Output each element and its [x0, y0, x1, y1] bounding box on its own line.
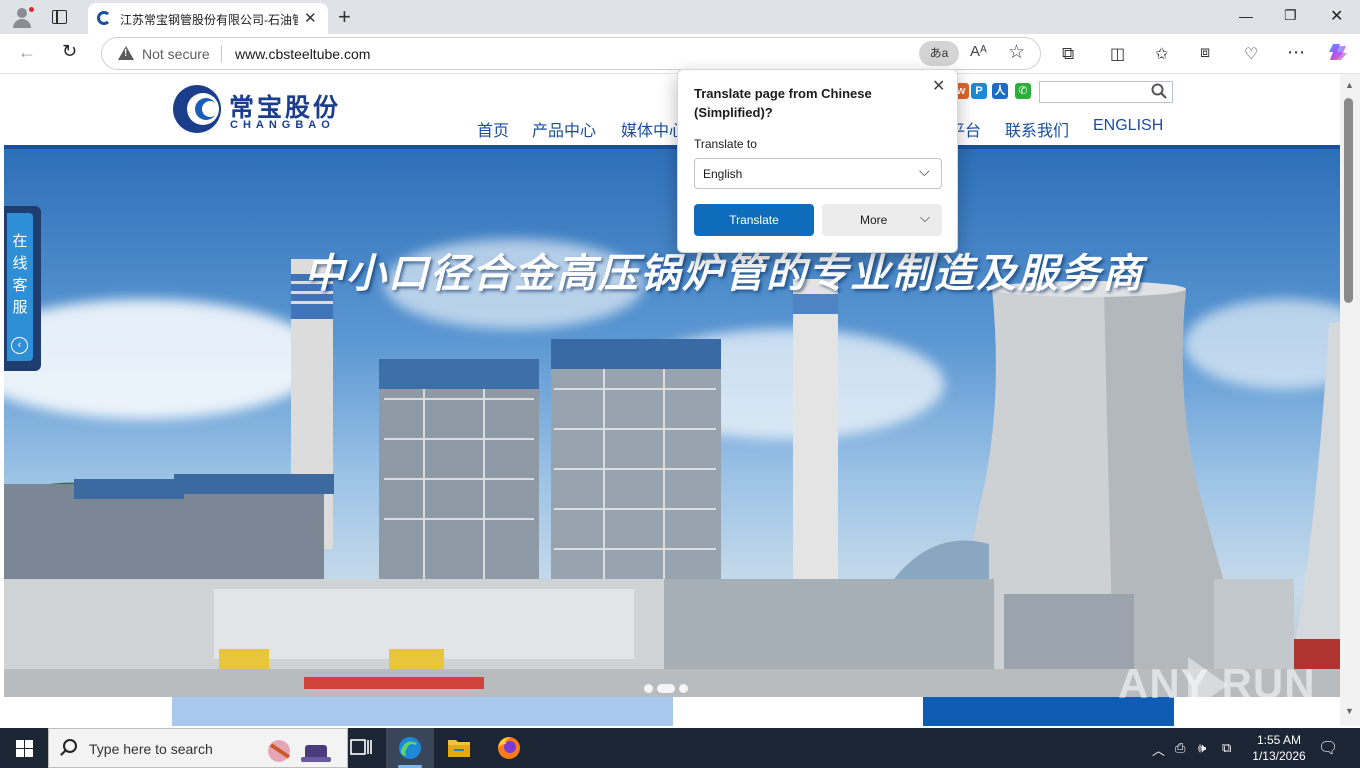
scrollbar-thumb[interactable] [1344, 98, 1353, 303]
browser-toolbar: ← ↻ Not secure www.cbsteeltube.com あa Aᴬ… [0, 34, 1360, 74]
security-label[interactable]: Not secure [142, 46, 210, 62]
slider-dot[interactable] [644, 684, 653, 693]
nav-english[interactable]: ENGLISH [1093, 117, 1163, 135]
slider-dot[interactable] [679, 684, 688, 693]
chevron-down-icon: ⌵ [919, 163, 930, 179]
search-highlight-icon [268, 740, 331, 762]
network-share-icon[interactable]: ⎙ [1175, 740, 1185, 756]
language-value: English [703, 167, 743, 181]
tab-close-icon[interactable]: ✕ [304, 9, 317, 27]
search-placeholder: Type here to search [89, 741, 213, 757]
wechat-icon[interactable]: ✆ [1015, 83, 1031, 99]
task-view-icon[interactable] [337, 728, 385, 768]
browser-essentials-icon[interactable]: ♡ [1244, 44, 1258, 64]
close-window-icon[interactable]: ✕ [1330, 6, 1343, 26]
site-search-icon[interactable] [1151, 83, 1167, 99]
firefox-icon[interactable] [484, 728, 532, 768]
tab-title: 江苏常宝钢管股份有限公司-石油管 [120, 13, 298, 27]
taskbar-clock[interactable]: 1:55 AM 1/13/2026 [1244, 732, 1314, 764]
file-explorer-icon[interactable] [435, 728, 483, 768]
windows-taskbar: Type here to search ︿ ⎙ 🕪 ⧉ 1:55 AM 1/13… [0, 728, 1360, 768]
changbao-logo-icon[interactable] [172, 84, 222, 134]
webpage: 常宝股份 CHANGBAO w P 人 ✆ 首页 产品中心 媒体中心 平台 联系… [4, 74, 1340, 726]
address-bar[interactable]: Not secure www.cbsteeltube.com あa Aᴬ ☆ [101, 37, 1041, 70]
new-tab-icon[interactable]: + [338, 4, 351, 30]
nav-products[interactable]: 产品中心 [532, 117, 596, 141]
language-select[interactable]: English ⌵ [694, 158, 942, 189]
favorites-icon[interactable]: ✩ [1155, 44, 1168, 64]
page-scrollbar[interactable]: ▲ ▼ [1340, 74, 1360, 726]
watermark-text: ANY RUN [1118, 660, 1316, 707]
more-button[interactable]: More ⌵ [822, 204, 942, 236]
strip-segment [4, 697, 172, 726]
slider-dot-active[interactable] [657, 684, 675, 693]
taskbar-search-box[interactable]: Type here to search [48, 728, 348, 768]
hero-banner[interactable]: 中小口径合金高压锅炉管的专业制造及服务商 [4, 149, 1340, 697]
profile-avatar-icon[interactable] [8, 4, 36, 30]
browser-tab[interactable]: 江苏常宝钢管股份有限公司-石油管 ✕ [88, 3, 328, 34]
nav-home[interactable]: 首页 [477, 117, 509, 141]
translate-to-label: Translate to [694, 137, 757, 151]
notification-icon[interactable]: 🗨 [1318, 738, 1338, 758]
browser-tab-bar: 江苏常宝钢管股份有限公司-石油管 ✕ + — ❐ ✕ [0, 0, 1360, 34]
split-screen-icon[interactable]: ◫ [1110, 44, 1125, 64]
chevron-down-icon: ⌵ [920, 210, 930, 225]
translate-button[interactable]: Translate [694, 204, 814, 236]
strip-segment [172, 697, 673, 726]
translate-icon[interactable]: あa [919, 41, 959, 66]
tencent-icon[interactable]: P [971, 83, 987, 99]
windows-start-icon[interactable] [16, 740, 33, 757]
divider [221, 45, 222, 63]
power-plant-illustration [4, 259, 1340, 697]
nav-contact[interactable]: 联系我们 [1005, 117, 1069, 141]
tray-overflow-icon[interactable]: ︿ [1152, 740, 1165, 759]
logo-english-text: CHANGBAO [230, 119, 335, 131]
strip-segment [673, 697, 923, 726]
online-service-widget[interactable]: 在线客服 ‹ [4, 206, 41, 371]
clock-time: 1:55 AM [1256, 733, 1302, 747]
nav-media[interactable]: 媒体中心 [621, 117, 685, 141]
settings-more-icon[interactable]: ⋯ [1287, 42, 1305, 63]
collections-icon[interactable]: ⧈ [1200, 44, 1210, 62]
collapse-arrow-icon[interactable]: ‹ [11, 337, 28, 354]
edge-taskbar-icon[interactable] [386, 728, 434, 768]
favorite-star-icon[interactable]: ☆ [1008, 41, 1025, 64]
site-favicon-icon [97, 11, 111, 25]
network-icon[interactable]: ⧉ [1222, 740, 1231, 756]
tab-actions-icon[interactable] [52, 10, 67, 24]
extensions-icon[interactable]: ⧉ [1062, 44, 1074, 64]
restore-icon[interactable]: ❐ [1284, 7, 1297, 24]
slider-dots [644, 680, 692, 697]
scroll-up-icon[interactable]: ▲ [1345, 80, 1354, 90]
online-service-label: 在线客服 [12, 233, 28, 316]
copilot-icon[interactable] [1327, 41, 1349, 68]
screen: 江苏常宝钢管股份有限公司-石油管 ✕ + — ❐ ✕ ← ↻ Not secur… [0, 0, 1360, 768]
popup-title: Translate page from Chinese (Simplified)… [694, 86, 872, 120]
back-icon[interactable]: ← [18, 42, 36, 63]
minimize-icon[interactable]: — [1239, 8, 1253, 24]
warning-icon[interactable] [118, 46, 134, 60]
read-aloud-icon[interactable]: Aᴬ [970, 43, 987, 60]
volume-icon[interactable]: 🕪 [1198, 740, 1206, 756]
clock-date: 1/13/2026 [1252, 749, 1306, 763]
search-icon [63, 739, 77, 753]
url-text[interactable]: www.cbsteeltube.com [235, 46, 370, 62]
share-icon[interactable]: 人 [992, 83, 1008, 99]
more-button-label: More [860, 213, 888, 227]
scroll-down-icon[interactable]: ▼ [1345, 706, 1354, 716]
translate-popup: Translate page from Chinese (Simplified)… [677, 69, 958, 253]
popup-close-icon[interactable]: ✕ [932, 76, 945, 96]
reload-icon[interactable]: ↻ [62, 41, 77, 62]
